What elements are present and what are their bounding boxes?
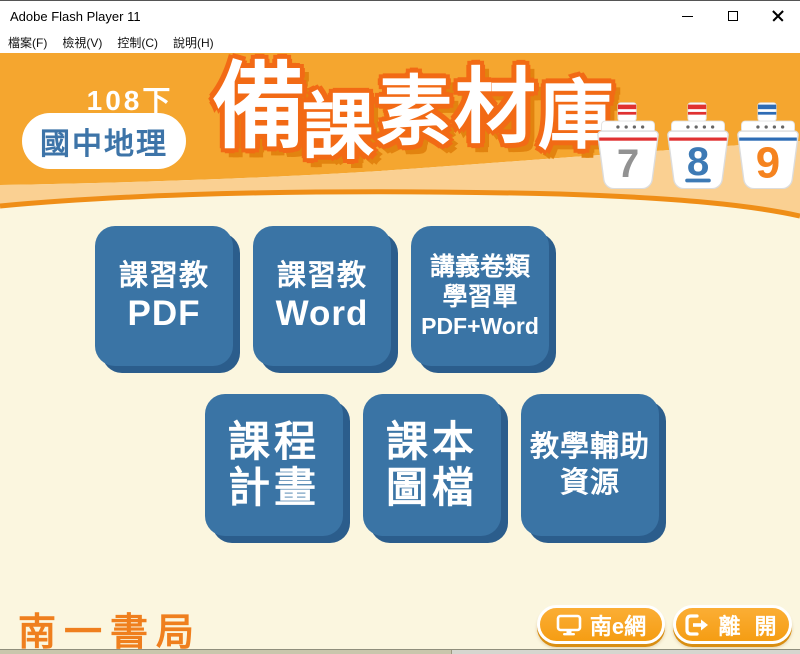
logo-char: 備 [212,55,306,158]
ship-grade-9[interactable]: 9 [736,97,800,189]
button-label: 圖檔 [386,465,478,511]
button-curriculum-plan[interactable]: 課程 計畫 [205,394,343,536]
button-label: 計畫 [228,465,320,511]
app-logo-title: 備 課 素 材 庫 [212,55,612,168]
menu-file[interactable]: 檔案(F) [8,34,47,51]
monitor-icon [556,614,582,636]
button-kexi-pdf[interactable]: 課習教 PDF [95,226,233,366]
window-title: Adobe Flash Player 11 [10,9,141,24]
button-label: PDF+Word [421,312,539,341]
minimize-button[interactable] [665,1,710,31]
subject-pill: 國中地理 [22,113,186,169]
menu-view[interactable]: 檢視(V) [62,34,102,51]
menu-help[interactable]: 說明(H) [173,34,214,51]
logo-char: 材 [454,63,536,153]
logo-char: 課 [302,89,374,168]
exit-button[interactable]: 離 開 [673,605,792,644]
ship-number-8: 8 [687,139,709,184]
exit-label: 離 開 [718,609,780,641]
button-label: 課習教 [119,258,209,294]
ship-8-underline [685,179,711,183]
button-label: 講義卷類 [430,252,530,282]
grade-ships: 7 8 [596,97,800,191]
title-bar: Adobe Flash Player 11 [0,1,800,31]
window-controls [665,1,800,31]
button-label: Word [276,294,369,334]
button-label: 課本 [386,419,478,465]
maximize-button[interactable] [710,1,755,31]
button-handout-worksheets[interactable]: 講義卷類 學習單 PDF+Word [411,226,549,366]
publisher-logo: 南一書局 [18,601,202,654]
button-label: 教學輔助 [530,429,650,465]
nane-web-button[interactable]: 南e網 [537,605,665,644]
ship-number-7: 7 [617,141,639,186]
button-label: 課程 [228,419,320,465]
button-teaching-aid-resources[interactable]: 教學輔助 資源 [521,394,659,536]
bottom-edge-strip [0,649,800,654]
minimize-icon [682,16,693,17]
button-label: PDF [128,294,201,334]
logo-char: 素 [376,71,452,155]
nane-web-label: 南e網 [590,609,646,641]
ship-grade-7[interactable]: 7 [596,97,660,189]
button-textbook-images[interactable]: 課本 圖檔 [363,394,501,536]
menu-bar: 檔案(F) 檢視(V) 控制(C) 說明(H) [0,31,800,53]
button-label: 資源 [560,465,620,501]
close-button[interactable] [755,1,800,31]
maximize-icon [728,11,738,21]
ship-number-9: 9 [756,139,780,188]
menu-control[interactable]: 控制(C) [117,34,158,51]
app-window: Adobe Flash Player 11 檔案(F) 檢視(V) 控制(C) … [0,0,800,654]
bottom-edge-strip-left [0,650,452,654]
ship-grade-8[interactable]: 8 [666,97,730,189]
subject-label: 國中地理 [40,119,168,163]
button-label: 課習教 [277,258,367,294]
button-label: 學習單 [442,282,517,312]
close-icon [772,10,784,22]
exit-icon [684,613,710,637]
flash-stage: 108下 國中地理 備 課 素 材 庫 7 [0,53,800,654]
button-kexi-word[interactable]: 課習教 Word [253,226,391,366]
